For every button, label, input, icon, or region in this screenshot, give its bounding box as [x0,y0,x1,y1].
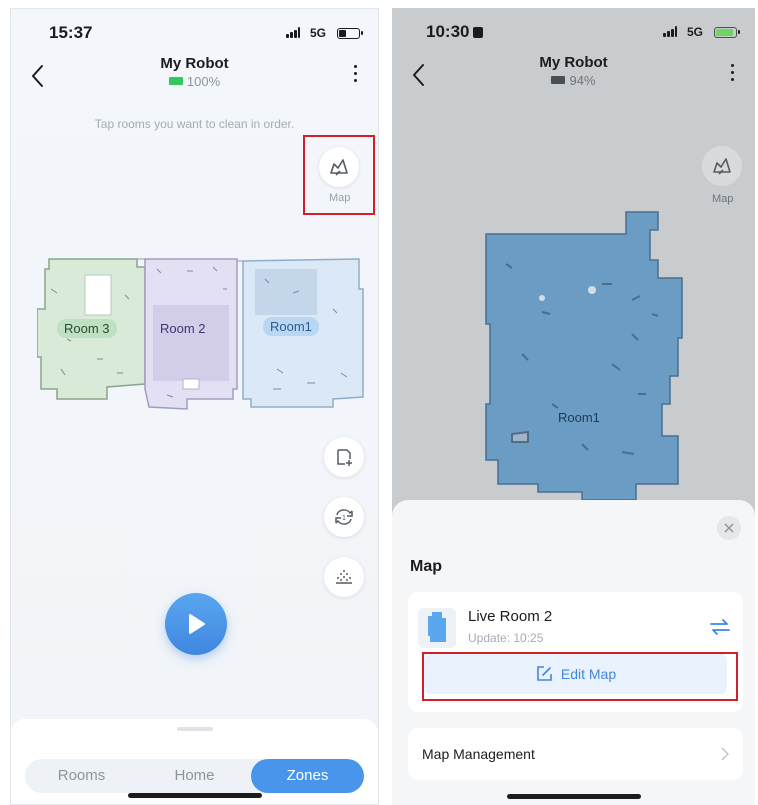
suction-button[interactable] [324,557,364,597]
more-icon[interactable] [725,64,739,86]
status-time: 10:30 [426,22,484,42]
svg-text:1: 1 [342,515,346,522]
battery-status: 100% [168,73,221,89]
battery-status: 94% [551,72,596,88]
add-zone-icon [337,449,352,466]
right-phone-screen: 10:30 5G My Robot 94% Map Room1 Map Live… [392,8,755,805]
instruction-text: Tap rooms you want to clean in order. [94,117,295,131]
network-type: 5G [686,25,703,39]
robot-title: My Robot [539,54,608,71]
add-zone-button[interactable] [324,437,364,477]
battery-percent: 100% [186,73,221,89]
battery-level-icon [551,76,566,84]
map-switch-button[interactable] [702,146,742,186]
status-bar: 10:30 5G [392,20,755,44]
map-button-label: Map [329,192,351,204]
room-3-label[interactable]: Room 3 [57,319,117,338]
highlight-box [422,652,738,701]
map-switch-icon [713,158,731,175]
tab-rooms[interactable]: Rooms [25,759,138,793]
map-management-label: Map Management [422,746,535,762]
map-thumbnail [418,608,456,648]
close-button[interactable] [717,516,741,540]
battery-percent: 94% [569,72,596,88]
suction-icon [336,570,352,584]
status-bar: 15:37 5G [11,21,378,45]
battery-icon [337,28,363,39]
header: My Robot 100% [11,55,378,90]
room-2-label[interactable]: Room 2 [153,319,213,338]
sheet-title: Map [410,558,442,575]
map-switch-button[interactable] [319,147,359,187]
signal-icon [663,26,677,37]
close-icon [724,523,734,533]
map-update-time: Update: 10:25 [468,631,544,645]
mode-selector: Rooms Home Zones [25,759,364,793]
live-map [485,211,683,501]
home-indicator [506,794,641,799]
map-button-label: Map [712,193,734,205]
map-sheet: Map Live Room 2 Update: 10:25 Edit Map M… [392,500,755,805]
room-1-label[interactable]: Room1 [558,410,600,425]
play-icon [189,614,205,634]
repeat-once-button[interactable]: 1 [324,497,364,537]
robot-title: My Robot [160,55,229,72]
live-map-name: Live Room 2 [468,608,553,625]
header: My Robot 94% [392,54,755,89]
swap-icon[interactable] [709,618,731,636]
status-time: 15:37 [49,23,93,42]
chevron-right-icon [721,747,729,761]
drag-handle[interactable] [177,727,213,731]
mode-panel: Rooms Home Zones [11,719,378,804]
more-icon[interactable] [348,65,362,87]
tab-home[interactable]: Home [138,759,251,793]
battery-level-icon [168,77,183,85]
calendar-icon [473,27,484,38]
start-clean-button[interactable] [165,593,227,655]
home-indicator [127,793,262,798]
battery-charging-icon [714,27,740,38]
network-type: 5G [309,26,326,40]
repeat-once-icon: 1 [335,509,353,525]
tab-zones[interactable]: Zones [251,759,364,793]
room-1-label[interactable]: Room1 [263,317,319,336]
map-management-row[interactable]: Map Management [408,728,743,780]
left-phone-screen: 15:37 5G My Robot 100% Tap rooms you wan… [10,8,379,805]
signal-icon [286,27,300,38]
map-switch-icon [330,159,348,176]
